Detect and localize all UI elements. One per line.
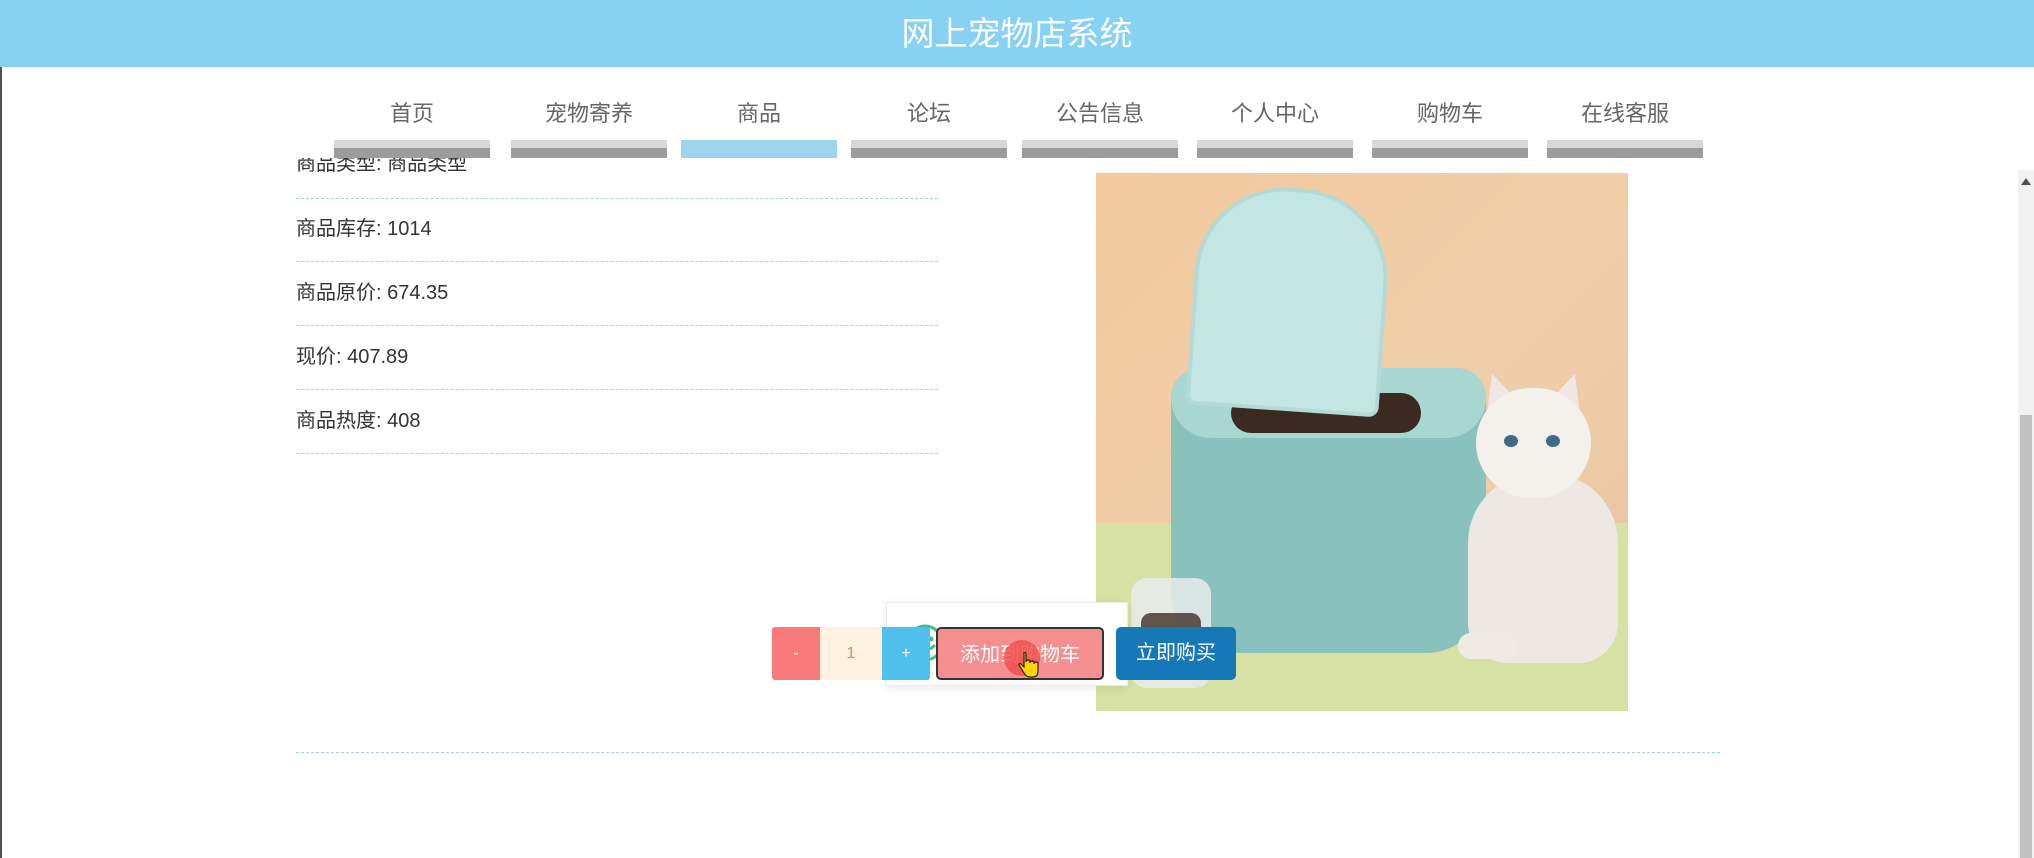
product-stock: 商品库存: 1014: [296, 198, 938, 262]
product-current-price: 现价: 407.89: [296, 326, 938, 390]
nav-label: 宠物寄养: [544, 101, 633, 126]
product-detail: 商品类型: 商品类型 商品库存: 1014 商品原价: 674.35 现价: 4…: [0, 158, 2034, 858]
quantity-decrease-button[interactable]: -: [772, 627, 820, 680]
nav-personal-center[interactable]: 个人中心: [1197, 92, 1353, 158]
section-divider: [296, 752, 1720, 753]
nav-online-service[interactable]: 在线客服: [1547, 92, 1703, 158]
hand-cursor-icon: [1018, 651, 1040, 685]
buy-now-button[interactable]: 立即购买: [1116, 627, 1236, 680]
product-type-row: 商品类型: 商品类型: [296, 158, 938, 199]
site-header: 网上宠物店系统: [0, 0, 2034, 67]
nav-label: 商品: [736, 101, 781, 126]
nav-label: 在线客服: [1580, 101, 1669, 126]
nav-label: 购物车: [1416, 101, 1483, 126]
nav-label: 个人中心: [1230, 101, 1319, 126]
nav-label: 首页: [389, 101, 434, 126]
nav-products[interactable]: 商品: [681, 92, 837, 158]
nav-label: 论坛: [906, 101, 951, 126]
product-original-price: 商品原价: 674.35: [296, 262, 938, 326]
scrollbar-thumb[interactable]: [2020, 415, 2032, 858]
nav-forum[interactable]: 论坛: [851, 92, 1007, 158]
site-title: 网上宠物店系统: [901, 15, 1133, 52]
nav-label: 公告信息: [1055, 101, 1144, 126]
nav-pet-boarding[interactable]: 宠物寄养: [511, 92, 667, 158]
scroll-up-arrow-icon[interactable]: [2021, 178, 2031, 185]
quantity-input[interactable]: [820, 627, 882, 680]
nav-cart[interactable]: 购物车: [1372, 92, 1528, 158]
nav-announcements[interactable]: 公告信息: [1022, 92, 1178, 158]
product-popularity: 商品热度: 408: [296, 390, 938, 454]
nav-home[interactable]: 首页: [334, 92, 490, 158]
main-nav: 首页 宠物寄养 商品 论坛 公告信息 个人中心 购物车 在线客服: [0, 92, 2034, 158]
quantity-increase-button[interactable]: +: [882, 627, 930, 680]
